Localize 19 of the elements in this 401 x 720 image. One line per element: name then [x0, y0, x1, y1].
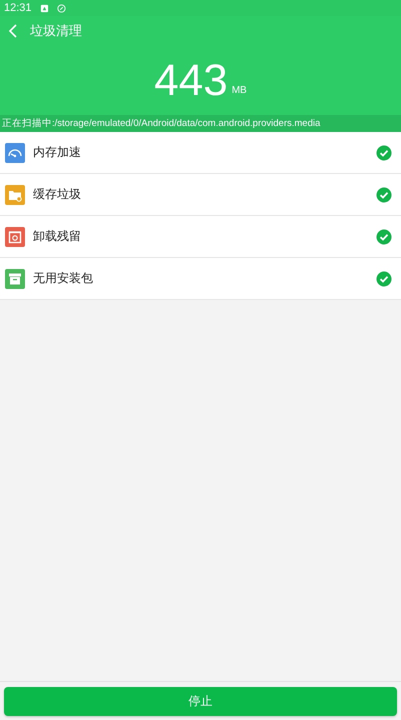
category-label: 内存加速: [33, 144, 82, 161]
notification-icon: [40, 4, 49, 12]
category-row[interactable]: 缓存垃圾: [0, 174, 401, 216]
screen-title: 垃圾清理: [30, 23, 82, 40]
junk-size: 443: [154, 56, 228, 106]
check-icon[interactable]: [376, 228, 392, 244]
category-label: 缓存垃圾: [33, 186, 82, 203]
category-row[interactable]: 无用安装包: [0, 258, 401, 300]
category-label: 卸载残留: [33, 228, 82, 245]
category-row[interactable]: 卸载残留: [0, 216, 401, 258]
status-time: 12:31: [4, 2, 32, 14]
check-icon[interactable]: [376, 144, 392, 160]
scan-path: 正在扫描中:/storage/emulated/0/Android/data/com.android.providers.media: [0, 115, 401, 132]
check-icon[interactable]: [376, 270, 392, 286]
check-icon[interactable]: [376, 186, 392, 202]
size-unit: MB: [232, 85, 247, 96]
category-row[interactable]: 内存加速: [0, 132, 401, 174]
category-label: 无用安装包: [33, 270, 94, 287]
compass-icon: [56, 4, 66, 12]
